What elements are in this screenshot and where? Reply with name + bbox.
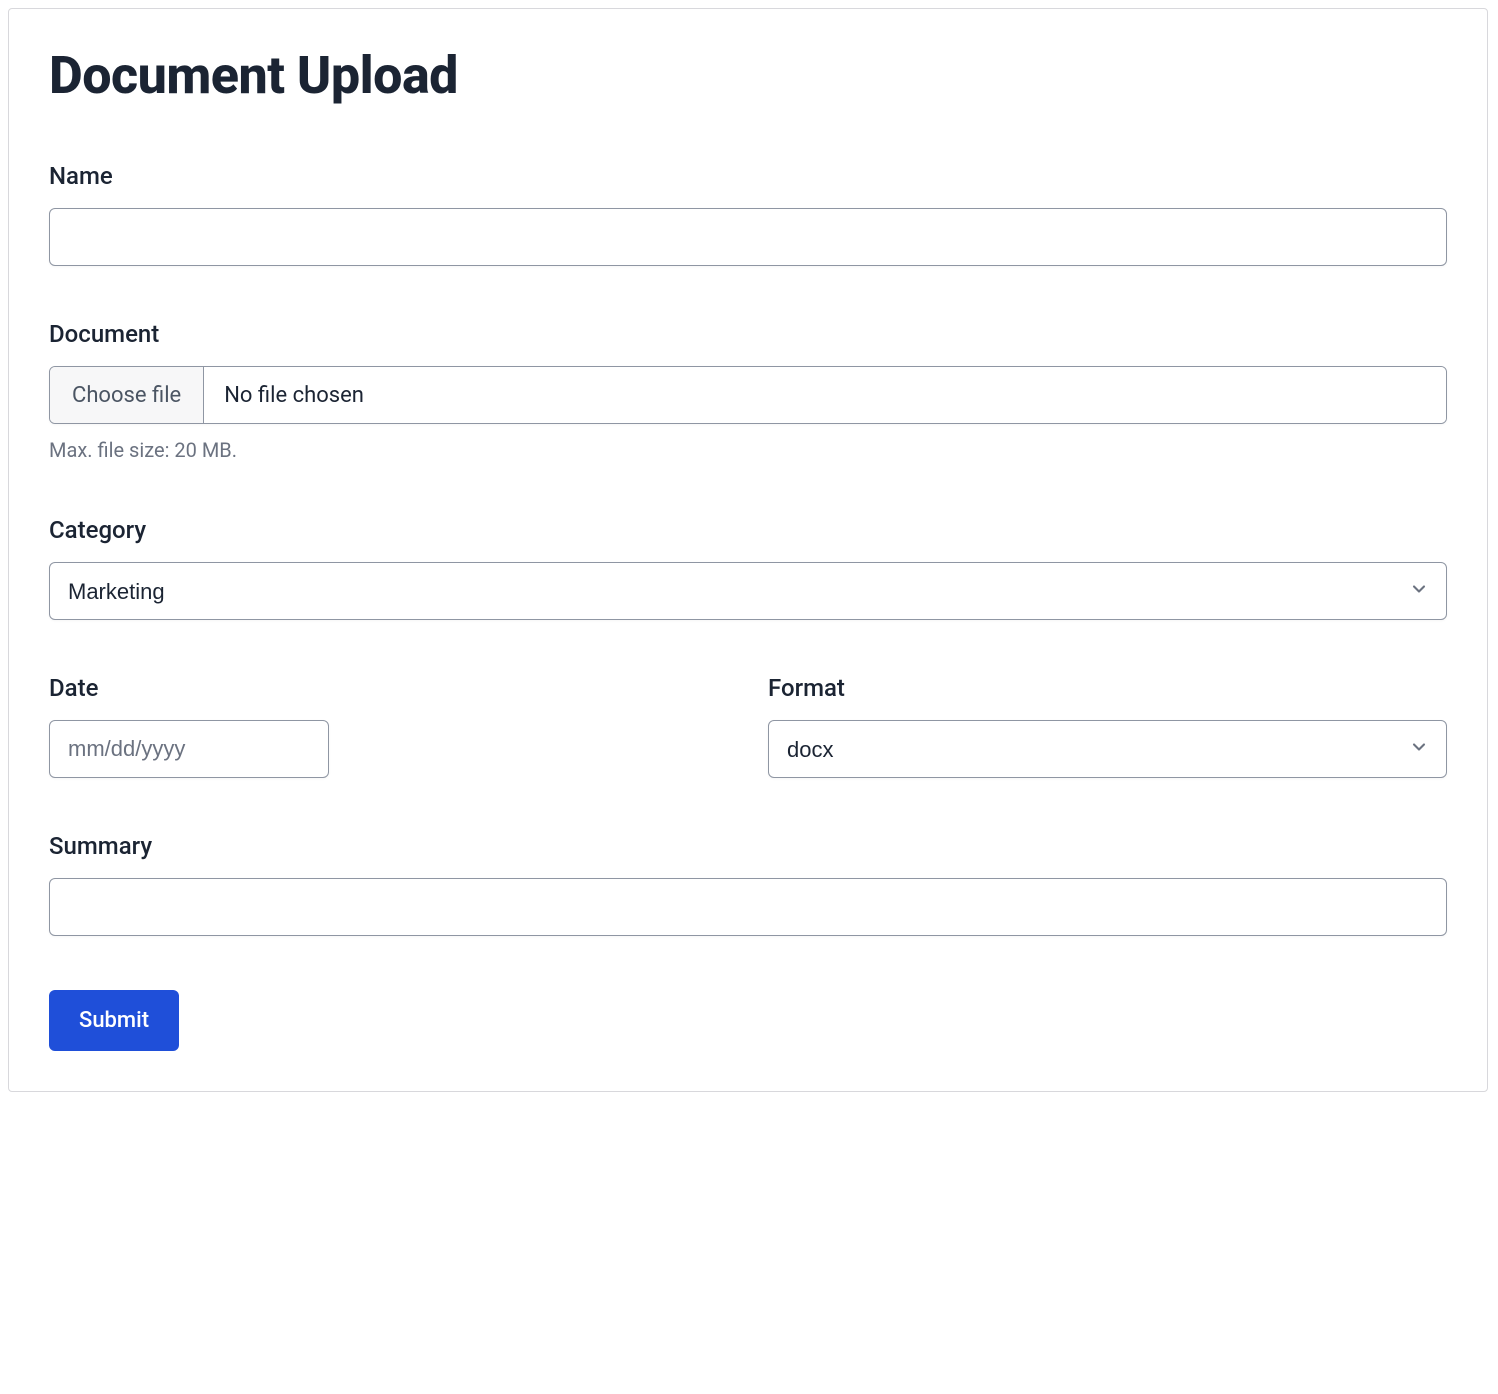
date-input[interactable] [49,720,329,778]
name-field: Name [49,162,1447,266]
format-select[interactable]: docx [768,720,1447,778]
name-label: Name [49,162,1447,190]
date-field: Date [49,674,728,778]
summary-field: Summary [49,832,1447,936]
summary-input[interactable] [49,878,1447,936]
document-upload-panel: Document Upload Name Document Choose fil… [8,8,1488,1092]
date-format-row: Date Format docx [49,674,1447,778]
category-field: Category Marketing [49,516,1447,620]
page-title: Document Upload [49,45,1447,106]
file-size-hint: Max. file size: 20 MB. [49,438,1447,462]
choose-file-button[interactable]: Choose file [50,367,204,423]
file-input-row: Choose file No file chosen [49,366,1447,424]
date-label: Date [49,674,728,702]
submit-button[interactable]: Submit [49,990,179,1051]
document-label: Document [49,320,1447,348]
format-field: Format docx [768,674,1447,778]
document-field: Document Choose file No file chosen Max.… [49,320,1447,462]
name-input[interactable] [49,208,1447,266]
category-label: Category [49,516,1447,544]
summary-label: Summary [49,832,1447,860]
file-status-text: No file chosen [204,367,1446,423]
category-select[interactable]: Marketing [49,562,1447,620]
format-label: Format [768,674,1447,702]
